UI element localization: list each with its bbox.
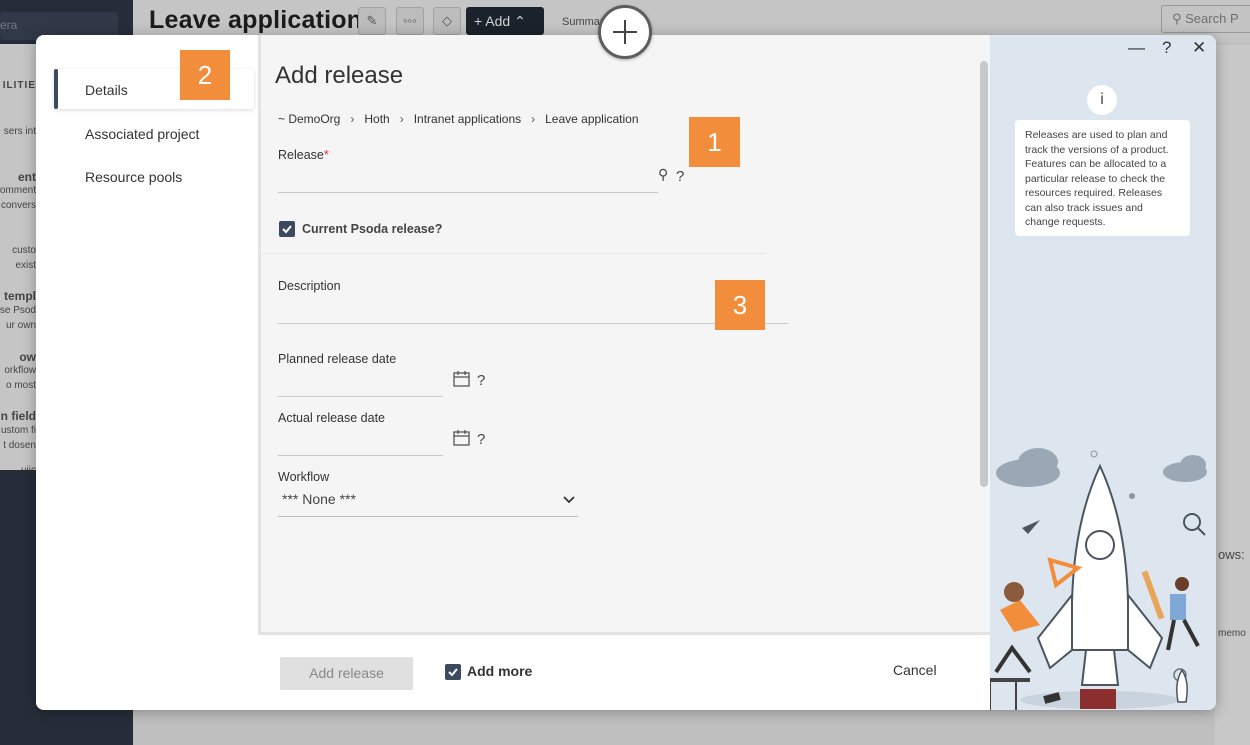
description-label: Description [278, 279, 341, 293]
breadcrumb-item[interactable]: Leave application [545, 112, 638, 126]
callout-badge-2: 2 [180, 50, 230, 100]
release-label: Release* [278, 148, 329, 162]
workflow-label: Workflow [278, 470, 330, 484]
plus-icon [613, 20, 637, 44]
release-input[interactable] [278, 192, 658, 193]
breadcrumb: ~ DemoOrg › Hoth › Intranet applications › Lea… [278, 112, 639, 126]
add-more-checkbox[interactable] [445, 664, 461, 680]
planned-date-input[interactable] [278, 396, 443, 397]
workflow-select[interactable]: *** None *** [282, 491, 356, 507]
chevron-down-icon[interactable] [563, 493, 575, 507]
help-text: Releases are used to plan and track the … [1015, 120, 1190, 236]
workflow-underline [278, 516, 578, 517]
callout-badge-1: 1 [689, 117, 740, 167]
add-more-label: Add more [467, 663, 533, 679]
section-divider [262, 253, 766, 254]
nav-active-indicator [54, 69, 58, 109]
search-icon[interactable]: ⚲ [658, 166, 668, 183]
release-label-text: Release [278, 148, 324, 162]
breadcrumb-item[interactable]: Intranet applications [414, 112, 521, 126]
actual-date-help-button[interactable]: ? [477, 431, 485, 448]
help-icon[interactable]: ? [1162, 38, 1171, 58]
add-release-button[interactable]: Add release [280, 657, 413, 690]
calendar-icon[interactable] [453, 430, 470, 450]
add-plus-button[interactable] [598, 5, 652, 59]
release-help-button[interactable]: ? [676, 168, 684, 185]
rocket-illustration [990, 448, 1207, 710]
planned-date-help-button[interactable]: ? [477, 372, 485, 389]
breadcrumb-item[interactable]: ~ DemoOrg [278, 112, 340, 126]
calendar-icon[interactable] [453, 371, 470, 391]
current-release-label: Current Psoda release? [302, 222, 443, 236]
required-marker: * [323, 148, 329, 162]
description-input[interactable] [278, 323, 788, 324]
nav-item-associated-project[interactable]: Associated project [85, 126, 199, 142]
nav-item-resource-pools[interactable]: Resource pools [85, 169, 182, 185]
check-icon [282, 225, 292, 234]
check-icon [448, 668, 458, 677]
info-icon: i [1087, 85, 1117, 115]
dialog-nav: Details Associated project Resource pool… [36, 35, 256, 635]
callout-badge-3: 3 [715, 280, 765, 330]
breadcrumb-item[interactable]: Hoth [364, 112, 389, 126]
help-panel: — ? ✕ i Releases are used to plan and tr… [990, 35, 1216, 710]
actual-date-label: Actual release date [278, 411, 386, 425]
close-icon[interactable]: ✕ [1192, 38, 1206, 58]
dialog-title: Add release [275, 62, 404, 89]
minimize-icon[interactable]: — [1128, 38, 1145, 58]
planned-date-label: Planned release date [278, 352, 397, 366]
actual-date-input[interactable] [278, 455, 443, 456]
cancel-button[interactable]: Cancel [893, 662, 937, 678]
nav-item-details[interactable]: Details [85, 82, 128, 98]
form-scrollbar[interactable] [980, 61, 988, 487]
current-release-checkbox[interactable] [279, 221, 295, 237]
add-release-dialog: Details Associated project Resource pool… [36, 35, 1216, 710]
